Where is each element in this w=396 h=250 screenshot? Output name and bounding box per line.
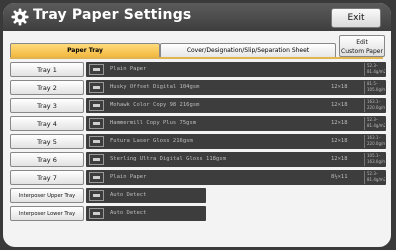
paper-tray-icon — [89, 64, 104, 75]
paper-tray-icon — [89, 100, 104, 111]
paper-size: 12×18 — [331, 156, 348, 162]
edit-custom-paper-button[interactable]: Edit Custom Paper — [339, 35, 385, 57]
paper-size: 12×18 — [331, 120, 348, 126]
weight-max: 105.0g/m2 — [367, 87, 385, 92]
paper-weight: 163.1– 220.0g/m2 — [364, 99, 385, 112]
tray-info-bar: Mohawk Color Copy 98 216gsm 12×18 163.1–… — [86, 98, 386, 113]
weight-max: 81.4g/m2 — [367, 69, 385, 74]
paper-name: Auto Detect — [110, 192, 147, 198]
paper-name: Auto Detect — [110, 210, 147, 216]
paper-size: 12×18 — [331, 84, 348, 90]
tray-1-button[interactable]: Tray 1 — [10, 62, 84, 77]
paper-tray-icon — [89, 208, 104, 219]
tray-2-button[interactable]: Tray 2 — [10, 80, 84, 95]
tray-paper-settings-screen: Tray Paper Settings Exit Paper Tray Cove… — [3, 3, 391, 247]
paper-tray-icon — [89, 172, 104, 183]
paper-name: Plain Paper — [110, 174, 147, 180]
interposer-lower-tray-button[interactable]: Interposer Lower Tray — [10, 206, 84, 221]
paper-weight: 81.5– 105.0g/m2 — [364, 81, 385, 94]
paper-weight: 52.3– 81.4g/m2 — [364, 63, 385, 76]
exit-button[interactable]: Exit — [331, 8, 381, 28]
weight-max: 163.0g/m2 — [367, 159, 385, 164]
edit-custom-paper-line2: Custom Paper — [341, 48, 383, 55]
weight-max: 81.4g/m2 — [367, 177, 385, 182]
edit-custom-paper-line1: Edit — [356, 39, 368, 46]
weight-max: 81.4g/m2 — [367, 123, 385, 128]
tray-6-button[interactable]: Tray 6 — [10, 152, 84, 167]
tray-info-bar: Hammermill Copy Plus 75gsm 12×18 52.3– 8… — [86, 116, 386, 131]
paper-weight: 52.3– 81.4g/m2 — [364, 117, 385, 130]
paper-tray-icon — [89, 82, 104, 93]
paper-tray-icon — [89, 190, 104, 201]
paper-tray-icon — [89, 154, 104, 165]
tray-info-bar: Sterling Ultra Digital Gloss 118gsm 12×1… — [86, 152, 386, 167]
tab-underline — [10, 57, 383, 59]
paper-weight: 163.1– 220.0g/m2 — [364, 135, 385, 148]
paper-name: Sterling Ultra Digital Gloss 118gsm — [110, 156, 226, 162]
tray-4-button[interactable]: Tray 4 — [10, 116, 84, 131]
paper-tray-icon — [89, 136, 104, 147]
paper-name: Husky Offset Digital 104gsm — [110, 84, 200, 90]
tab-bar: Paper Tray Cover/Designation/Slip/Separa… — [10, 43, 336, 58]
paper-size: 8½×11 — [331, 174, 348, 180]
tray-info-bar: Plain Paper 8½×11 52.3– 81.4g/m2 — [86, 170, 386, 185]
weight-max: 220.0g/m2 — [367, 141, 385, 146]
paper-size: 12×18 — [331, 102, 348, 108]
gear-icon — [11, 8, 29, 26]
paper-name: Mohawk Color Copy 98 216gsm — [110, 102, 200, 108]
tray-3-button[interactable]: Tray 3 — [10, 98, 84, 113]
tray-info-bar: Auto Detect — [86, 206, 206, 221]
tray-7-button[interactable]: Tray 7 — [10, 170, 84, 185]
tray-info-bar: Auto Detect — [86, 188, 206, 203]
interposer-upper-tray-button[interactable]: Interposer Upper Tray — [10, 188, 84, 203]
weight-max: 220.0g/m2 — [367, 105, 385, 110]
paper-name: Plain Paper — [110, 66, 147, 72]
tab-cover-designation-slip-separation-sheet[interactable]: Cover/Designation/Slip/Separation Sheet — [160, 43, 336, 58]
tray-5-button[interactable]: Tray 5 — [10, 134, 84, 149]
tray-info-bar: Plain Paper 52.3– 81.4g/m2 — [86, 62, 386, 77]
title-bar: Tray Paper Settings Exit — [3, 3, 391, 31]
paper-tray-icon — [89, 118, 104, 129]
paper-weight: 52.3– 81.4g/m2 — [364, 171, 385, 184]
paper-name: Hammermill Copy Plus 75gsm — [110, 120, 197, 126]
paper-weight: 105.1– 163.0g/m2 — [364, 153, 385, 166]
paper-name: Futura Laser Gloss 216gsm — [110, 138, 193, 144]
paper-size: 12×18 — [331, 138, 348, 144]
page-title: Tray Paper Settings — [33, 7, 192, 23]
tray-info-bar: Husky Offset Digital 104gsm 12×18 81.5– … — [86, 80, 386, 95]
tab-paper-tray[interactable]: Paper Tray — [10, 43, 160, 58]
tray-info-bar: Futura Laser Gloss 216gsm 12×18 163.1– 2… — [86, 134, 386, 149]
